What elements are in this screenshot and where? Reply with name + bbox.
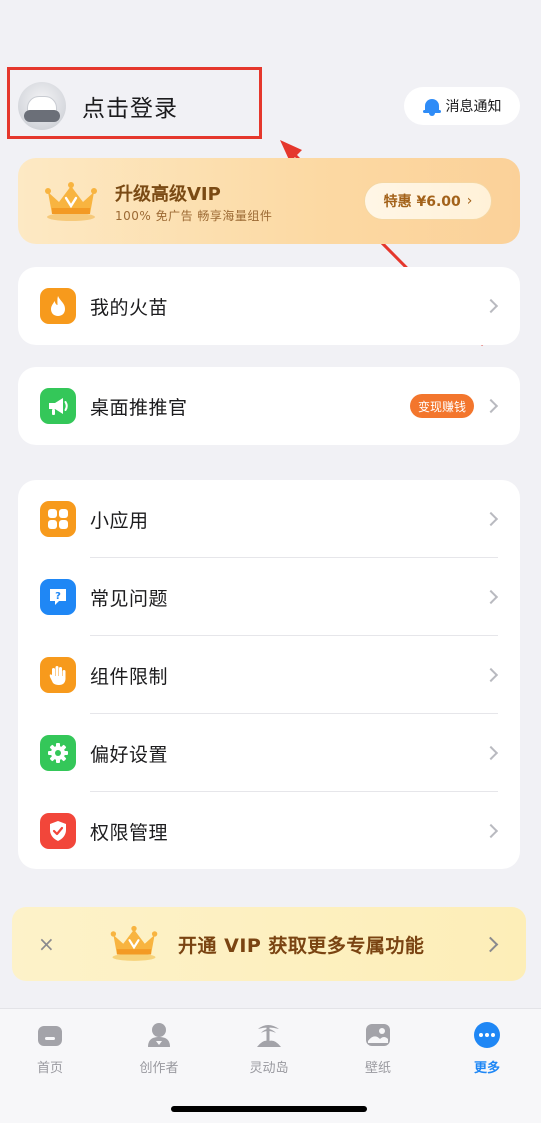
notification-label: 消息通知 (445, 99, 502, 115)
tab-label: 灵动岛 (249, 1061, 289, 1076)
menu-item-permissions[interactable]: 权限管理 (18, 792, 520, 870)
menu-item-fire[interactable]: 我的火苗 (18, 267, 520, 345)
tab-label: 壁纸 (364, 1061, 391, 1076)
chevron-right-icon (483, 298, 499, 314)
chevron-right-icon (483, 511, 499, 527)
chevron-right-icon (483, 589, 499, 605)
tab-label: 首页 (36, 1061, 63, 1076)
tab-label: 更多 (473, 1061, 500, 1076)
gear-icon (40, 735, 76, 771)
wallpaper-icon (364, 1021, 392, 1049)
more-icon (473, 1021, 501, 1049)
chevron-right-icon (483, 823, 499, 839)
vip-promo-bar[interactable]: × 开通 VIP 获取更多专属功能 (12, 907, 526, 981)
crown-icon (45, 182, 97, 221)
vip-promo-text: 开通 VIP 获取更多专属功能 (178, 934, 425, 957)
tab-island[interactable]: 灵动岛 (229, 1021, 309, 1076)
chevron-right-icon: › (466, 193, 473, 209)
close-icon[interactable]: × (38, 932, 55, 956)
flame-icon (40, 288, 76, 324)
menu-item-label: 权限管理 (90, 821, 169, 844)
crown-icon (110, 925, 158, 961)
menu-item-mini-apps[interactable]: 小应用 (18, 480, 520, 558)
apps-grid-icon (40, 501, 76, 537)
creator-icon (145, 1021, 173, 1049)
megaphone-icon (40, 388, 76, 424)
island-icon (255, 1021, 283, 1049)
promoter-card: 桌面推推官 变现赚钱 (18, 367, 520, 445)
menu-item-preferences[interactable]: 偏好设置 (18, 714, 520, 792)
svg-text:?: ? (55, 591, 61, 602)
menu-item-label: 常见问题 (90, 587, 169, 610)
vip-price-label: 特惠 ¥6.00 (383, 194, 461, 210)
menu-item-label: 桌面推推官 (90, 396, 188, 419)
home-indicator (171, 1106, 367, 1112)
hand-icon (40, 657, 76, 693)
annotation-highlight-box (7, 67, 262, 139)
earn-money-badge: 变现赚钱 (409, 394, 474, 418)
vip-price-button[interactable]: 特惠 ¥6.00 › (364, 182, 492, 220)
menu-item-faq[interactable]: ? 常见问题 (18, 558, 520, 636)
menu-item-widget-limits[interactable]: 组件限制 (18, 636, 520, 714)
tab-creator[interactable]: 创作者 (119, 1021, 199, 1076)
vip-title: 升级高级VIP (115, 184, 221, 205)
settings-group-card: 小应用 ? 常见问题 组件限制 偏好设置 权限管理 (18, 480, 520, 869)
chevron-right-icon (483, 667, 499, 683)
tab-wallpaper[interactable]: 壁纸 (338, 1021, 418, 1076)
tab-home[interactable]: 首页 (10, 1021, 90, 1076)
home-icon (36, 1021, 64, 1049)
menu-item-label: 小应用 (90, 509, 149, 532)
menu-item-label: 组件限制 (90, 665, 169, 688)
fire-card: 我的火苗 (18, 267, 520, 345)
bell-icon (422, 97, 441, 116)
menu-item-label: 偏好设置 (90, 743, 169, 766)
vip-upgrade-banner[interactable]: 升级高级VIP 100% 免广告 畅享海量组件 特惠 ¥6.00 › (18, 158, 520, 244)
tab-more[interactable]: 更多 (447, 1021, 527, 1076)
chevron-right-icon (483, 398, 499, 414)
chevron-right-icon (483, 745, 499, 761)
tab-label: 创作者 (139, 1061, 179, 1076)
vip-subtitle: 100% 免广告 畅享海量组件 (115, 209, 273, 223)
chevron-right-icon (482, 936, 499, 952)
shield-check-icon (40, 813, 76, 849)
notification-button[interactable]: 消息通知 (404, 87, 520, 125)
menu-item-label: 我的火苗 (90, 296, 169, 319)
menu-item-promoter[interactable]: 桌面推推官 变现赚钱 (18, 367, 520, 445)
question-bubble-icon: ? (40, 579, 76, 615)
